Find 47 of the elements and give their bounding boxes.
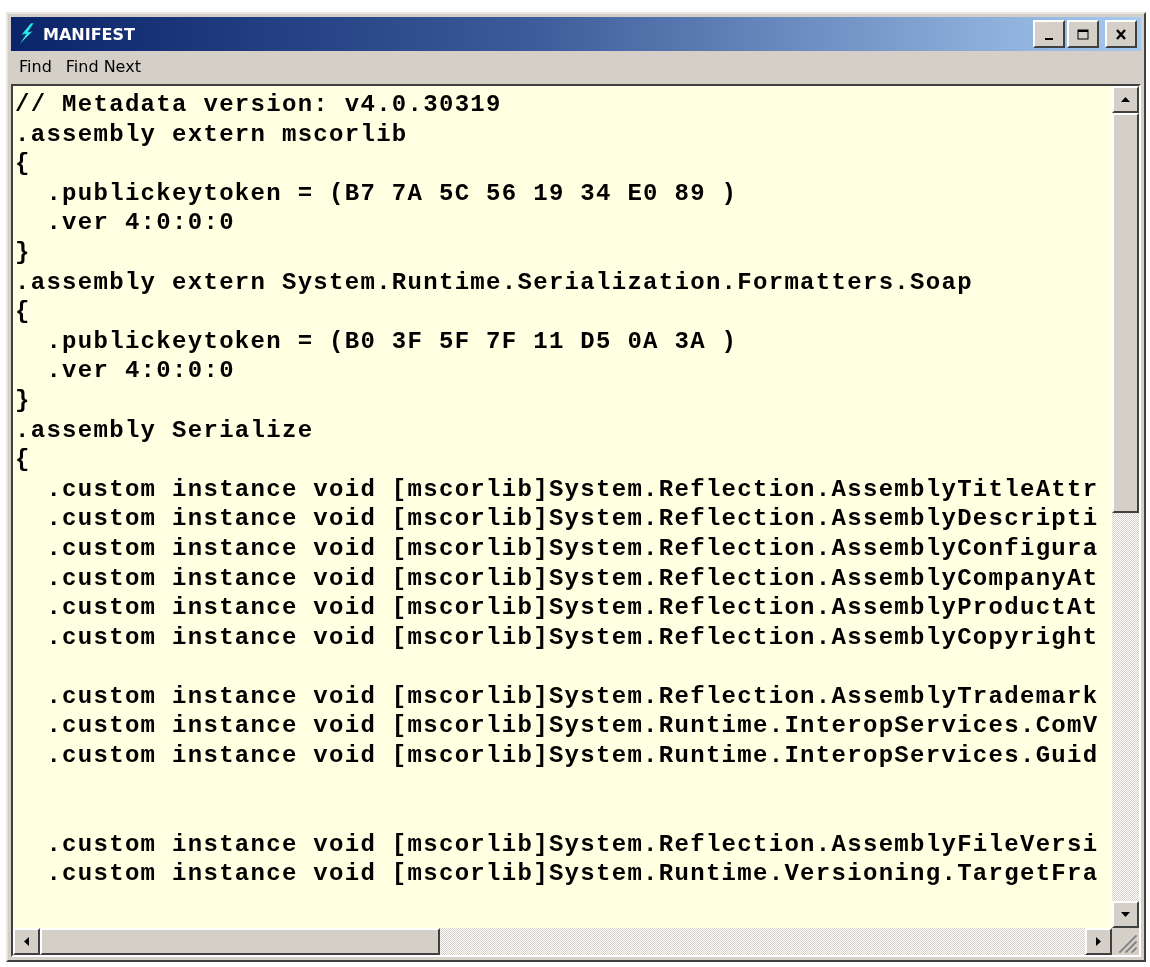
down-arrow-icon — [1121, 912, 1130, 917]
close-button[interactable] — [1105, 20, 1137, 48]
scroll-down-button[interactable] — [1112, 901, 1139, 928]
code-line: .custom instance void [mscorlib]System.Reflection.AssemblyDescripti — [45, 504, 1099, 534]
right-arrow-icon — [1096, 937, 1101, 946]
code-line: { — [15, 445, 31, 475]
left-arrow-icon — [24, 937, 29, 946]
up-arrow-icon — [1121, 97, 1130, 102]
code-line: .assembly Serialize — [15, 415, 314, 446]
code-line: .assembly extern mscorlib — [15, 119, 408, 150]
code-line: .custom instance void [mscorlib]System.Runtime.Versioning.TargetFra — [45, 859, 1099, 890]
scroll-thumb[interactable] — [1112, 113, 1139, 513]
code-line: .assembly extern System.Runtime.Serialization.Formatters.Soap — [15, 267, 973, 298]
menu-item[interactable]: Find Next — [65, 57, 141, 76]
window-title: MANIFEST — [43, 24, 136, 44]
code-line: .custom instance void [mscorlib]System.Reflection.AssemblyTitleAttr — [45, 474, 1099, 505]
scroll-left-button[interactable] — [13, 928, 40, 955]
code-line: .custom instance void [mscorlib]System.Reflection.AssemblyFileVersi — [45, 829, 1099, 860]
close-icon — [1115, 28, 1127, 40]
code-line: .custom instance void [mscorlib]System.Reflection.AssemblyConfigura — [45, 533, 1099, 564]
code-line: } — [15, 237, 31, 268]
lightning-bolt-icon — [19, 23, 35, 45]
code-line: .custom instance void [mscorlib]System.Runtime.InteropServices.ComV — [45, 711, 1099, 742]
code-line: .ver 4:0:0:0 — [45, 208, 235, 238]
minimize-button[interactable] — [1033, 20, 1065, 48]
code-line: .publickeytoken = (B7 7A 5C 56 19 34 E0 89 ) — [45, 178, 738, 209]
scroll-right-button[interactable] — [1085, 928, 1112, 955]
scroll-thumb[interactable] — [40, 928, 440, 955]
code-line: .publickeytoken = (B0 3F 5F 7F 11 D5 0A 3A ) — [45, 326, 738, 357]
maximize-button[interactable] — [1067, 20, 1099, 48]
code-line: .custom instance void [mscorlib]System.Runtime.InteropServices.Guid — [45, 741, 1099, 771]
code-line: // Metadata version: v4.0.30319 — [15, 90, 502, 120]
scroll-up-button[interactable] — [1112, 86, 1139, 113]
code-line: } — [15, 385, 31, 416]
horizontal-scrollbar[interactable] — [13, 928, 1112, 955]
code-line: { — [15, 149, 31, 179]
code-line: .custom instance void [mscorlib]System.Reflection.AssemblyProductAt — [45, 593, 1099, 623]
code-line: .custom instance void [mscorlib]System.Reflection.AssemblyCompanyAt — [45, 563, 1099, 594]
minimize-icon — [1045, 38, 1053, 40]
resize-grip-icon — [1112, 928, 1139, 955]
code-line: .custom instance void [mscorlib]System.Reflection.AssemblyTrademark — [45, 681, 1099, 712]
code-line: .ver 4:0:0:0 — [45, 356, 235, 386]
menu-item[interactable]: Find — [19, 57, 52, 76]
vertical-scrollbar[interactable] — [1112, 86, 1139, 928]
code-line: { — [15, 297, 31, 327]
maximize-icon — [1077, 28, 1089, 40]
code-line: .custom instance void [mscorlib]System.Reflection.AssemblyCopyright — [45, 622, 1099, 653]
